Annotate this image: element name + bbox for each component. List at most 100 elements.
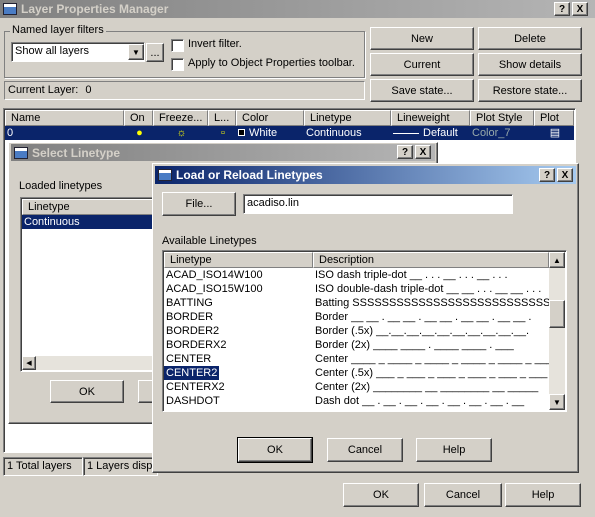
col-linetype[interactable]: Linetype [304,110,391,126]
scroll-thumb[interactable] [549,300,565,328]
filter-browse-button[interactable]: ... [146,43,164,62]
apply-toolbar-checkbox[interactable] [171,58,184,71]
layer-name: 0 [7,127,14,139]
save-state-button[interactable]: Save state... [370,79,474,102]
loaded-linetype-item[interactable]: Continuous [22,215,158,229]
layer-lineweight-cell[interactable]: Default [391,126,470,140]
linetype-name: ACAD_ISO14W100 [166,269,263,281]
delete-layer-button[interactable]: Delete [478,27,582,50]
file-name-field[interactable]: acadiso.lin [243,194,513,214]
loaded-linetype-item-label: Continuous [24,216,80,228]
linetype-description: Center ____ _ ____ _ ____ _ ____ _ ____ … [315,353,549,365]
load-dialog-help-button-bottom[interactable]: Help [416,438,492,462]
col-lineweight[interactable]: Lineweight [391,110,470,126]
col-plot-style[interactable]: Plot Style [470,110,534,126]
current-layer-label: Current Layer: [8,84,79,96]
lightbulb-icon[interactable]: ● [124,126,153,140]
linetype-row[interactable]: BORDER2 Border (.5x) __.__.__.__.__.__.__… [164,324,549,338]
linetype-name-spacer [219,366,221,380]
available-linetypes-label: Available Linetypes [162,235,257,247]
linetype-row[interactable]: DASHDOT Dash dot __ . __ . __ . __ . __ .… [164,394,549,408]
current-button[interactable]: Current [370,53,474,76]
current-layer-bar: Current Layer: 0 [4,81,365,100]
named-filters-label: Named layer filters [10,24,106,36]
load-dialog-cancel-button[interactable]: Cancel [327,438,403,462]
linetype-name: BORDERX2 [166,339,227,351]
linetype-row[interactable]: CENTER2 Center (.5x) ___ _ ___ _ ___ _ __… [164,365,549,381]
file-button[interactable]: File... [162,192,236,216]
linetype-description: Border (.5x) __.__.__.__.__.__.__.__.__.… [315,325,530,337]
select-linetype-ok-button[interactable]: OK [50,380,124,403]
filter-dropdown-arrow-icon[interactable]: ▼ [128,44,144,60]
status-total-text: 1 Total layers [7,460,72,472]
layer-color-cell[interactable]: White [236,126,304,140]
select-linetype-close-button[interactable]: X [415,145,431,159]
scroll-up-icon[interactable]: ▲ [549,252,565,268]
col-plot[interactable]: Plot [534,110,574,126]
linetype-row[interactable]: BATTING Batting SSSSSSSSSSSSSSSSSSSSSSSSS… [164,296,549,310]
available-col-description[interactable]: Description [313,252,549,268]
col-color[interactable]: Color [236,110,304,126]
col-name[interactable]: Name [5,110,124,126]
linetype-description: Dash dot __ . __ . __ . __ . __ . __ . _… [315,395,525,407]
invert-filter-label: Invert filter. [188,38,242,50]
main-help-button-bottom[interactable]: Help [505,483,581,507]
available-list-header: Linetype Description [164,252,549,268]
sun-icon[interactable]: ☼ [153,126,208,140]
app-icon [3,3,17,15]
loaded-linetypes-label: Loaded linetypes [19,180,103,192]
main-help-button[interactable]: ? [554,2,570,16]
main-title: Layer Properties Manager [21,2,169,16]
select-linetype-titlebar[interactable]: Select Linetype ? X [11,144,435,161]
load-dialog-help-button[interactable]: ? [539,168,555,182]
select-linetype-help-button[interactable]: ? [397,145,413,159]
layer-list-header: Name On Freeze... L... Color Linetype Li… [5,110,574,126]
filter-select[interactable]: Show all layers [11,42,145,62]
scroll-down-icon[interactable]: ▼ [549,394,565,410]
main-ok-button[interactable]: OK [343,483,419,507]
col-lock[interactable]: L... [208,110,236,126]
available-col-linetype[interactable]: Linetype [164,252,313,268]
linetype-name: ACAD_ISO15W100 [166,283,263,295]
linetype-description: Center (.5x) ___ _ ___ _ ___ _ ___ _ ___… [315,367,548,379]
apply-toolbar-label: Apply to Object Properties toolbar. [188,57,355,69]
linetype-row[interactable]: ACAD_ISO15W100 ISO double-dash triple-dot… [164,282,549,296]
main-close-button[interactable]: X [572,2,588,16]
layer-row[interactable]: 0 ● ☼ ▫ White Continuous Default Color_7… [5,126,574,140]
col-freeze[interactable]: Freeze... [153,110,208,126]
current-layer-value: 0 [85,84,92,96]
lineweight-line-icon [393,132,419,134]
invert-filter-checkbox[interactable] [171,39,184,52]
available-linetypes-rows: ACAD_ISO14W100 ISO dash triple-dot __ . .… [164,268,549,408]
file-name-value: acadiso.lin [247,197,299,209]
load-dialog-titlebar[interactable]: Load or Reload Linetypes ? X [155,166,576,184]
status-displayed-text: 1 Layers displ [87,460,155,472]
col-on[interactable]: On [124,110,153,126]
linetype-row[interactable]: CENTER Center ____ _ ____ _ ____ _ ____ _… [164,352,549,366]
status-displayed: 1 Layers displ [83,457,158,476]
scroll-left-icon[interactable]: ◀ [22,356,36,370]
available-list-vscrollbar[interactable]: ▲ ▼ [549,252,565,410]
linetype-row[interactable]: BORDERX2 Border (2x) ____ ____ . ____ ___… [164,338,549,352]
main-titlebar[interactable]: Layer Properties Manager ? X [0,0,595,18]
linetype-name: BORDER2 [166,325,220,337]
load-dialog-ok-button[interactable]: OK [237,437,313,463]
restore-state-button[interactable]: Restore state... [478,79,582,102]
new-layer-button[interactable]: New [370,27,474,50]
layer-linetype[interactable]: Continuous [304,126,391,140]
lock-open-icon[interactable]: ▫ [208,126,236,140]
linetype-row[interactable]: ACAD_ISO14W100 ISO dash triple-dot __ . .… [164,268,549,282]
loaded-col-linetype[interactable]: Linetype [22,199,158,215]
linetype-row[interactable]: CENTERX2 Center (2x) ________ __ ________… [164,380,549,394]
main-cancel-button[interactable]: Cancel [424,483,502,507]
status-total: 1 Total layers [3,457,83,476]
select-linetype-app-icon [14,146,28,159]
color-swatch [238,129,245,136]
load-dialog-close-button[interactable]: X [557,168,573,182]
load-dialog-title: Load or Reload Linetypes [176,168,323,182]
layer-lineweight: Default [423,127,458,139]
linetype-row[interactable]: BORDER Border __ __ . __ __ . __ __ . __ … [164,310,549,324]
printer-icon[interactable]: ▤ [534,126,574,140]
show-details-button[interactable]: Show details [478,53,582,76]
loaded-list-hscrollbar[interactable]: ◀ [22,356,158,370]
